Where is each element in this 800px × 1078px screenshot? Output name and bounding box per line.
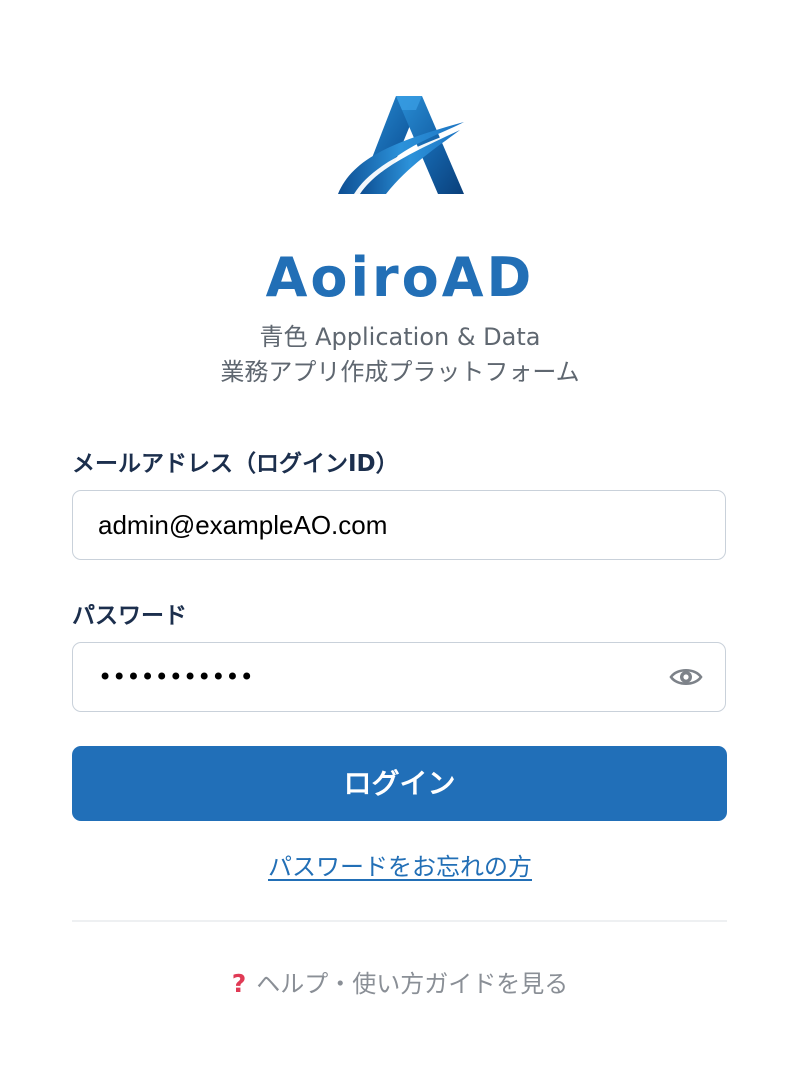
divider [72,920,727,922]
tagline-line2: 業務アプリ作成プラットフォーム [220,358,580,386]
login-button[interactable]: ログイン [72,746,727,821]
eye-icon[interactable] [669,665,703,689]
forgot-password-link[interactable]: パスワードをお忘れの方 [268,853,532,881]
password-field[interactable]: ••••••••••• [72,642,726,712]
email-label: メールアドレス（ログインID） [72,451,399,477]
email-field[interactable]: admin@exampleAO.com [72,490,726,560]
help-link[interactable]: ? ヘルプ・使い方ガイドを見る [0,966,800,1002]
question-mark-icon: ? [231,969,247,998]
tagline-line1: 青色 Application & Data [259,323,541,351]
app-name: AoiroAD [265,246,535,309]
aoiro-logo-icon [330,90,470,202]
password-value[interactable]: ••••••••••• [98,643,254,711]
help-link-label: ヘルプ・使い方ガイドを見る [256,970,569,998]
forgot-password-row: パスワードをお忘れの方 [0,850,800,884]
email-value[interactable]: admin@exampleAO.com [98,491,387,559]
password-label: パスワード [72,603,187,629]
